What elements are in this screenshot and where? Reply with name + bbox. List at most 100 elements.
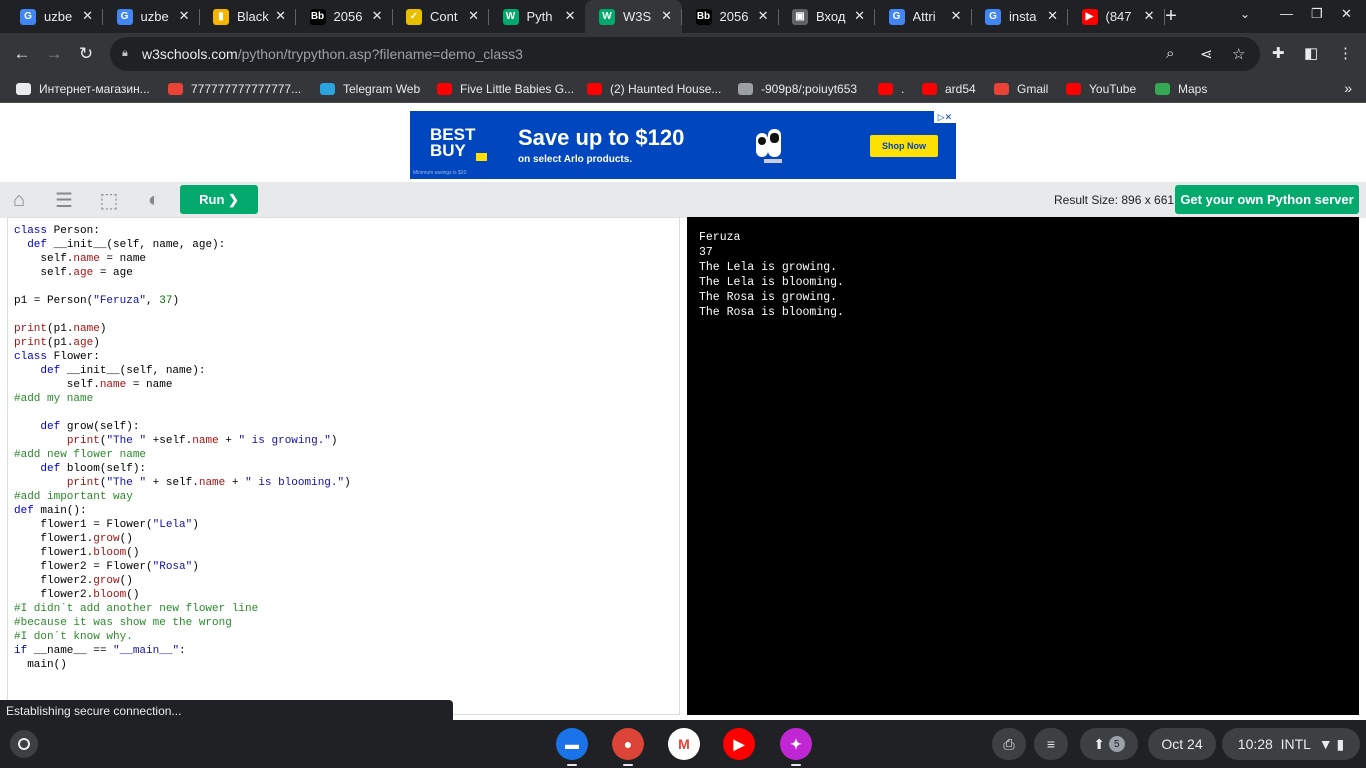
- browser-tab[interactable]: G Attri ✕: [875, 0, 972, 33]
- tab-title: Вход: [816, 9, 846, 24]
- clipboard-icon[interactable]: ≡: [1034, 728, 1068, 760]
- bookmark-label: (2) Haunted House...: [610, 82, 722, 96]
- tab-close-icon[interactable]: ✕: [179, 8, 190, 24]
- browser-tab[interactable]: Guzbe ✕: [6, 0, 103, 33]
- back-arrow-icon[interactable]: ←: [10, 42, 34, 66]
- zoom-icon[interactable]: ⌕: [1166, 45, 1174, 62]
- wifi-icon: ▼: [1318, 736, 1333, 752]
- tab-close-icon[interactable]: ✕: [82, 8, 93, 24]
- minimize-icon[interactable]: —: [1280, 6, 1293, 21]
- restore-icon[interactable]: ❐: [1311, 6, 1323, 22]
- dark-mode-icon[interactable]: ◐: [143, 189, 165, 211]
- url-host: w3schools.com: [142, 46, 238, 62]
- share-icon[interactable]: ⋖: [1200, 45, 1213, 63]
- bookmark-label: Telegram Web: [343, 82, 421, 96]
- menu-kebab-icon[interactable]: ⋮: [1338, 44, 1353, 62]
- new-tab-button[interactable]: +: [1160, 3, 1182, 29]
- chrome-app[interactable]: ●: [612, 728, 644, 766]
- bookmark-item[interactable]: .: [878, 81, 904, 97]
- tab-close-icon[interactable]: ✕: [468, 8, 479, 24]
- files-app[interactable]: ▬: [556, 728, 588, 766]
- ad-close-icon[interactable]: ▷✕: [934, 111, 956, 123]
- gmail-icon: [994, 83, 1009, 95]
- bookmark-item[interactable]: Интернет-магазин...: [16, 81, 150, 97]
- shop-now-button[interactable]: Shop Now: [870, 135, 938, 157]
- browser-tab[interactable]: W Pyth ✕: [489, 0, 586, 33]
- bookmark-item[interactable]: 777777777777777...: [168, 81, 301, 97]
- tab-close-icon[interactable]: ✕: [1144, 8, 1155, 24]
- get-python-server-button[interactable]: Get your own Python server: [1175, 185, 1359, 214]
- bookmark-item[interactable]: Five Little Babies G...: [437, 81, 574, 97]
- browser-tab[interactable]: Guzbe ✕: [103, 0, 200, 33]
- tab-close-icon[interactable]: ✕: [854, 8, 865, 24]
- bookmark-item[interactable]: Telegram Web: [320, 81, 420, 97]
- status-tray[interactable]: 10:28 INTL ▼ ▮: [1222, 728, 1360, 760]
- launcher-button[interactable]: [10, 730, 38, 758]
- browser-tab[interactable]: ▶ (847 ✕: [1068, 0, 1165, 33]
- tryit-toolbar: ⌂ ☰ ⬚ ◐ Run ❯ Result Size: 896 x 661 Get…: [0, 182, 1366, 218]
- tab-title: Attri: [912, 9, 936, 24]
- bookmark-label: Maps: [1178, 82, 1208, 96]
- url-text[interactable]: w3schools.com/python/trypython.asp?filen…: [142, 46, 523, 62]
- youtube-app[interactable]: ▶: [723, 728, 755, 760]
- bookmark-label: .: [901, 82, 905, 96]
- date-tray[interactable]: Oct 24: [1148, 728, 1216, 760]
- bookmark-item[interactable]: Maps: [1155, 81, 1207, 97]
- holding-space-icon[interactable]: ⎙: [992, 728, 1026, 760]
- close-window-icon[interactable]: ✕: [1341, 6, 1352, 22]
- bookmark-item[interactable]: (2) Haunted House...: [587, 81, 721, 97]
- canvas-app[interactable]: ✦: [780, 728, 812, 766]
- bookmark-star-icon[interactable]: ☆: [1232, 45, 1245, 63]
- tab-close-icon[interactable]: ✕: [758, 8, 769, 24]
- maps-icon: [1155, 83, 1170, 95]
- run-button[interactable]: Run ❯: [180, 185, 258, 214]
- output-text: Feruza 37 The Lela is growing. The Lela …: [699, 231, 844, 319]
- browser-tab[interactable]: ▣ Вход ✕: [778, 0, 875, 33]
- tab-close-icon[interactable]: ✕: [1047, 8, 1058, 24]
- clock-time: 10:28: [1237, 736, 1273, 752]
- bookmark-item[interactable]: ard54: [922, 81, 976, 97]
- w3schools-icon: W: [502, 8, 519, 25]
- google-icon: G: [20, 8, 36, 25]
- camera-product-image: [756, 129, 782, 163]
- tab-close-icon[interactable]: ✕: [275, 8, 286, 24]
- code-text[interactable]: class Person: def __init__(self, name, a…: [14, 224, 351, 672]
- rotate-layout-icon[interactable]: ⬚: [98, 189, 120, 212]
- extensions-puzzle-icon[interactable]: ✚: [1272, 44, 1285, 62]
- side-panel-icon[interactable]: ◧: [1304, 44, 1318, 62]
- browser-tab[interactable]: W W3S ✕: [585, 0, 682, 33]
- browser-tab[interactable]: Bb 2056 ✕: [296, 0, 393, 33]
- hamburger-menu-icon[interactable]: ☰: [53, 189, 75, 212]
- code-editor[interactable]: class Person: def __init__(self, name, a…: [7, 217, 680, 715]
- address-bar[interactable]: 🔒︎ w3schools.com/python/trypython.asp?fi…: [110, 37, 1260, 71]
- browser-tab[interactable]: Ginsta ✕: [971, 0, 1068, 33]
- browser-tab[interactable]: Bb 2056 ✕: [682, 0, 779, 33]
- bookmark-item[interactable]: -909p8/;poiuyt653: [738, 81, 857, 97]
- bookmark-item[interactable]: YouTube: [1066, 81, 1136, 97]
- youtube-icon: [1066, 83, 1081, 95]
- youtube-icon: [922, 83, 937, 95]
- bookmark-item[interactable]: Gmail: [994, 81, 1048, 97]
- reload-icon[interactable]: ↻: [74, 42, 98, 66]
- upload-icon: ⬆: [1093, 735, 1105, 752]
- os-shelf: ⎙ ≡ ⬆ 5 Oct 24 10:28 INTL ▼ ▮ ▬ ● M ▶ ✦: [0, 720, 1366, 768]
- gmail-app[interactable]: M: [668, 728, 700, 760]
- bookmarks-overflow-icon[interactable]: »: [1344, 80, 1352, 96]
- tab-search-chevron-icon[interactable]: ⌄: [1240, 7, 1250, 21]
- tab-close-icon[interactable]: ✕: [565, 8, 576, 24]
- forward-arrow-icon[interactable]: →: [42, 42, 66, 66]
- tab-close-icon[interactable]: ✕: [372, 8, 383, 24]
- running-indicator: [567, 764, 577, 766]
- browser-tab[interactable]: ✓ Cont ✕: [392, 0, 489, 33]
- advertisement-banner[interactable]: BEST BUY Save up to $120 on select Arlo …: [410, 111, 956, 179]
- notification-tray[interactable]: ⬆ 5: [1080, 728, 1138, 760]
- input-method: INTL: [1280, 736, 1311, 752]
- launcher-circle-icon: [18, 738, 30, 750]
- tab-close-icon[interactable]: ✕: [951, 8, 962, 24]
- tab-title: uzbe: [140, 9, 169, 24]
- globe-icon: [738, 83, 753, 95]
- status-bubble: Establishing secure connection...: [0, 700, 453, 721]
- tab-close-icon[interactable]: ✕: [661, 8, 672, 24]
- browser-tab[interactable]: ▮ Black ✕: [199, 0, 296, 33]
- home-icon[interactable]: ⌂: [8, 189, 30, 211]
